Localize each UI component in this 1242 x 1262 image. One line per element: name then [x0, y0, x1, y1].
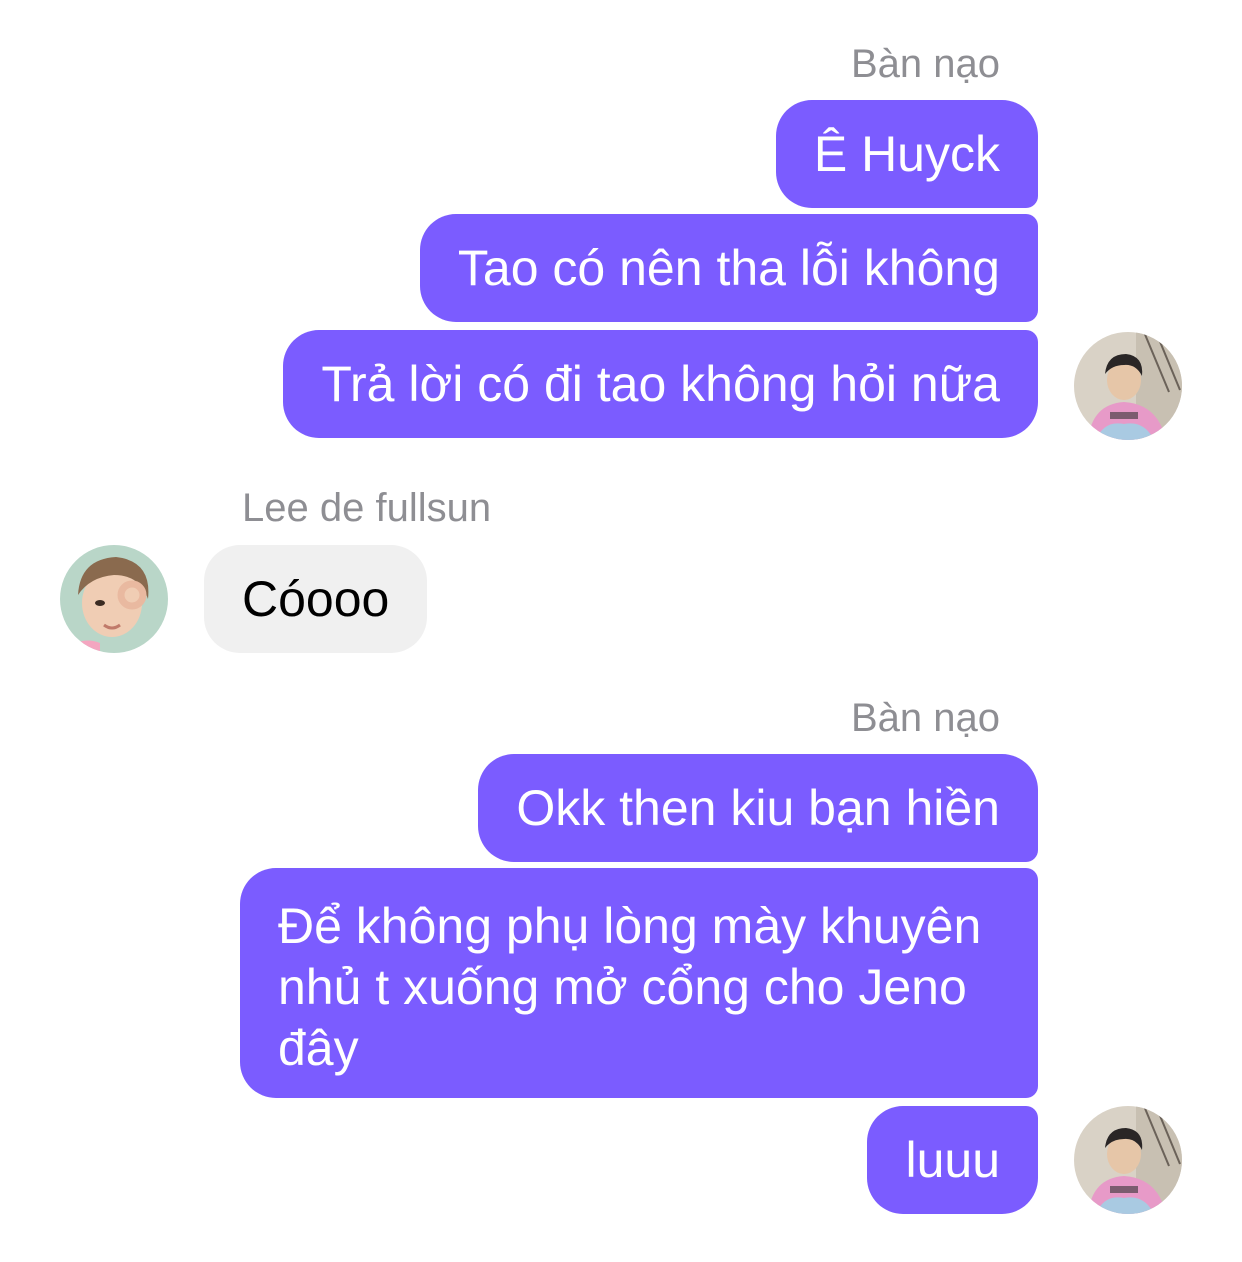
sender-name: Bàn nạo	[850, 42, 1000, 86]
message-text: luuu	[905, 1131, 1000, 1188]
sender-name: Lee de fullsun	[242, 486, 492, 530]
avatar[interactable]	[1074, 332, 1182, 440]
message-text: Tao có nên tha lỗi không	[457, 239, 1000, 296]
sender-name: Bàn nạo	[850, 696, 1000, 740]
avatar[interactable]	[60, 545, 168, 653]
message-bubble[interactable]: Cóooo	[204, 545, 428, 653]
message-text: Trả lời có đi tao không hỏi nữa	[321, 355, 1000, 412]
avatar[interactable]	[1074, 1106, 1182, 1214]
message-bubble[interactable]: Okk then kiu bạn hiền	[478, 754, 1038, 862]
message-bubble[interactable]: luuu	[867, 1106, 1038, 1214]
avatar-photo-icon	[1074, 332, 1182, 440]
message-text: Để không phụ lòng mày khuyên nhủ t xuống…	[278, 898, 982, 1076]
message-text: Okk then kiu bạn hiền	[516, 779, 1000, 836]
message-text: Ê Huyck	[813, 125, 1000, 182]
message-bubble[interactable]: Tao có nên tha lỗi không	[419, 214, 1038, 322]
avatar-photo-icon	[1074, 1106, 1182, 1214]
message-text: Cóooo	[242, 570, 390, 627]
message-bubble[interactable]: Trả lời có đi tao không hỏi nữa	[283, 330, 1038, 438]
message-bubble[interactable]: Để không phụ lòng mày khuyên nhủ t xuống…	[240, 868, 1038, 1098]
message-bubble[interactable]: Ê Huyck	[775, 100, 1038, 208]
avatar-photo-icon	[60, 545, 168, 653]
